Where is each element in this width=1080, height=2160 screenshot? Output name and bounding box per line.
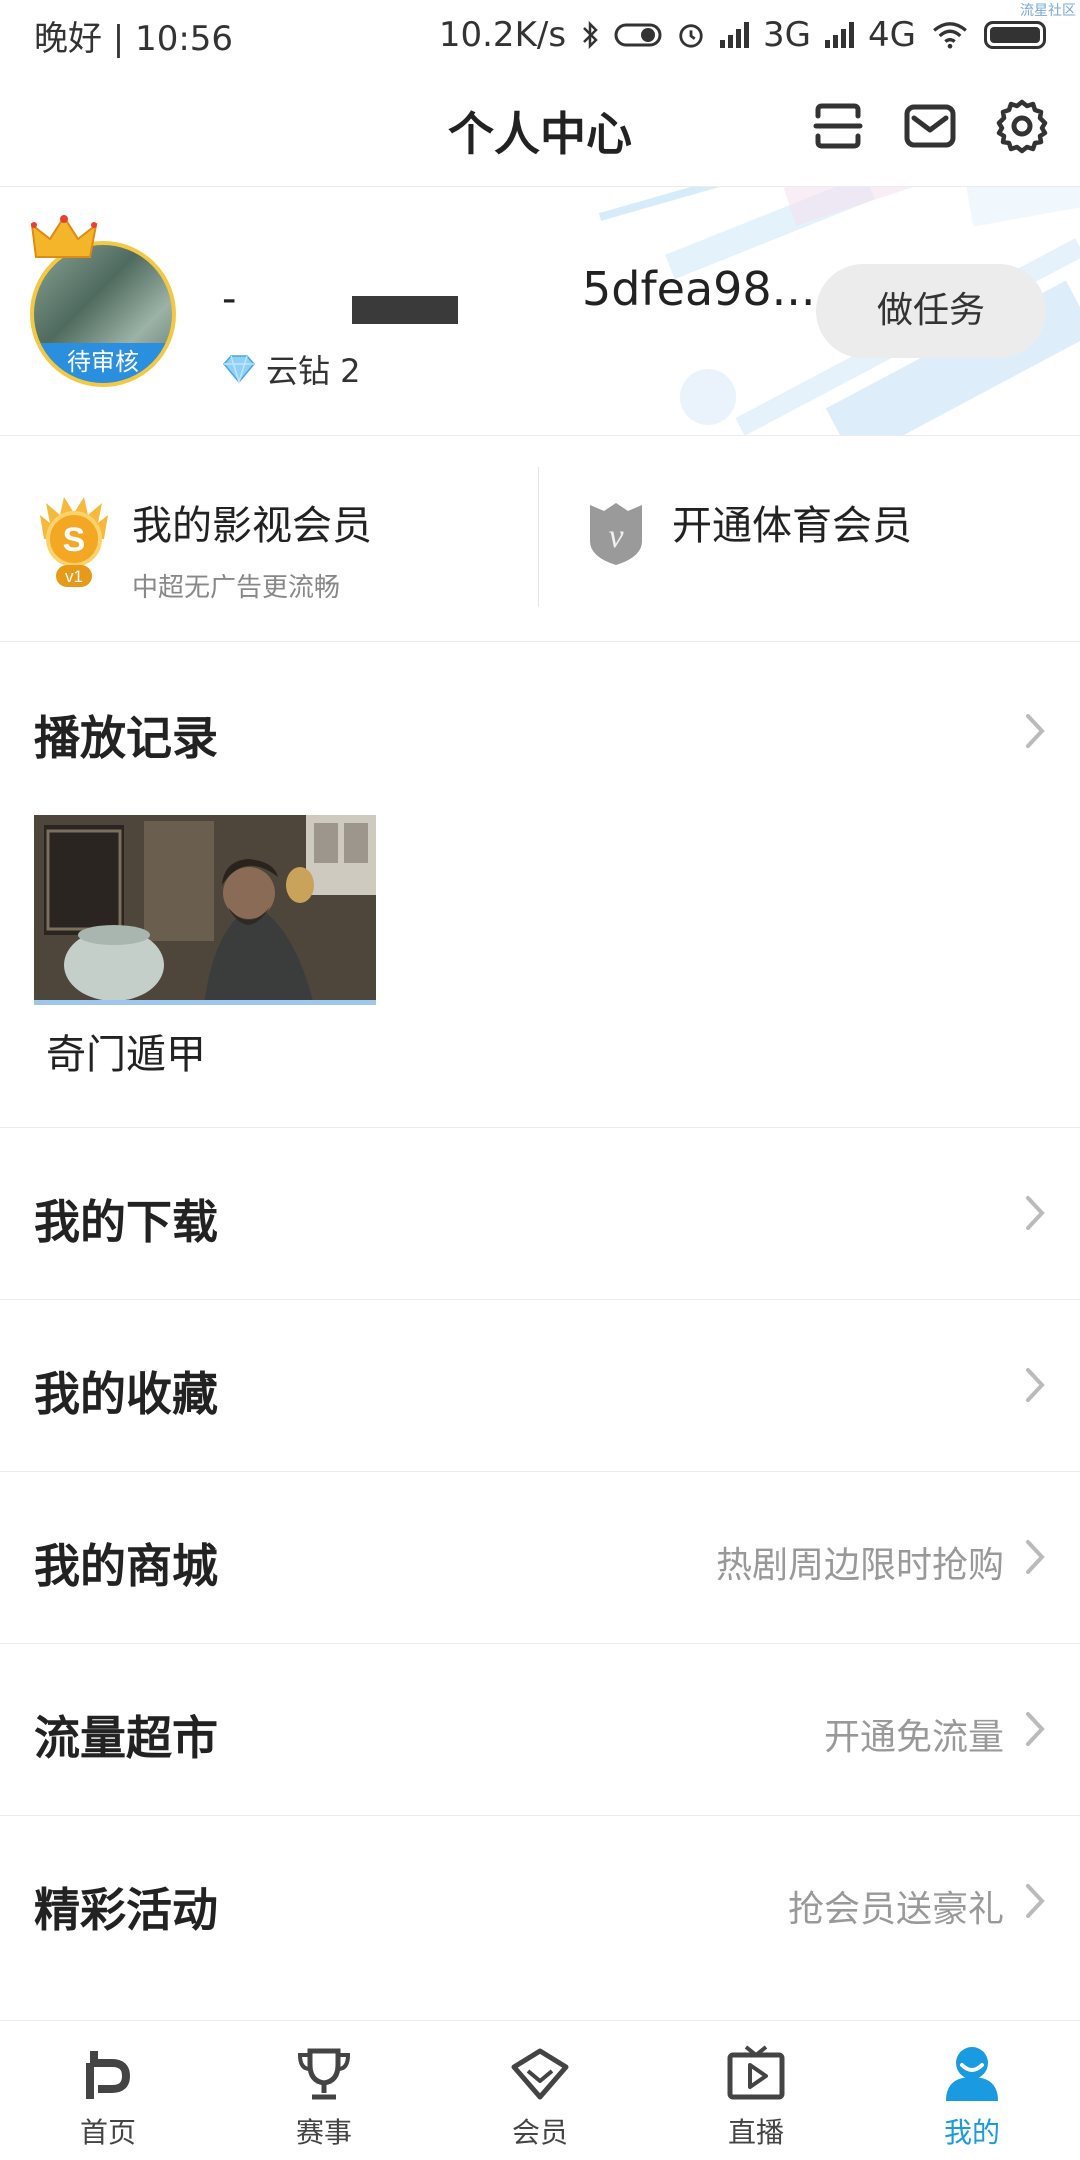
menu-row-title: 我的收藏: [34, 1367, 218, 1421]
network-3g: 3G: [763, 15, 812, 55]
video-membership[interactable]: S v1 我的影视会员 中超无广告更流畅: [0, 437, 538, 641]
menu-row-data-market[interactable]: 流量超市 开通免流量: [0, 1643, 1080, 1815]
nav-label: 首页: [79, 2116, 136, 2149]
wifi-icon: [933, 22, 967, 49]
watch-progress-bar: [34, 1000, 376, 1005]
pp-logo-icon: [86, 2051, 131, 2099]
net-speed: 10.2K/s: [438, 15, 567, 55]
network-4g: 4G: [868, 15, 916, 55]
bottom-nav: 首页 赛事 会员 直播 我的: [0, 2020, 1080, 2160]
signal-icon-2: [825, 22, 855, 48]
chevron-right-icon: [1026, 1540, 1045, 1574]
tv-play-icon: [727, 2045, 785, 2100]
menu-row-title: 流量超市: [34, 1711, 218, 1765]
menu-row-title: 我的下载: [34, 1195, 218, 1249]
svg-text:v: v: [608, 518, 624, 555]
thumbnail-scene: [34, 815, 376, 1005]
vip-level-text: v1: [65, 567, 83, 586]
screen: 晚好 | 10:56 10.2K/s 3G 4G 流星社区 个人中心 待审核 -…: [0, 0, 1080, 2160]
nav-events[interactable]: 赛事: [216, 2021, 432, 2160]
menu-row-title: 精彩活动: [34, 1883, 218, 1937]
bluetooth-icon: [583, 21, 598, 49]
avatar-review-badge: 待审核: [34, 343, 172, 383]
mail-icon[interactable]: [902, 98, 958, 154]
menu-row-downloads[interactable]: 我的下载: [0, 1127, 1080, 1299]
history-thumbnail[interactable]: [34, 815, 376, 1005]
status-bar: 晚好 | 10:56 10.2K/s 3G 4G 流星社区: [0, 0, 1080, 70]
nav-home[interactable]: 首页: [0, 2021, 216, 2160]
diamond-icon: [511, 2048, 569, 2100]
crown-icon: [30, 215, 98, 258]
username-redaction: [352, 296, 458, 324]
toggle-icon: [614, 23, 662, 47]
chevron-right-icon: [1026, 1884, 1045, 1918]
chevron-right-icon: [1026, 1368, 1045, 1402]
nav-live[interactable]: 直播: [648, 2021, 864, 2160]
sports-membership-title: 开通体育会员: [672, 503, 912, 549]
chevron-right-icon: [1026, 1712, 1045, 1746]
alarm-icon: [679, 24, 703, 48]
do-task-button[interactable]: 做任务: [816, 264, 1046, 358]
username-prefix: -: [222, 276, 237, 322]
watermark: 流星社区: [1020, 3, 1076, 19]
sports-membership[interactable]: v 开通体育会员: [539, 437, 1080, 641]
avatar[interactable]: 待审核: [30, 213, 178, 389]
menu-row-note: 抢会员送豪礼: [787, 1889, 1004, 1930]
menu-row-title: 我的商城: [34, 1539, 218, 1593]
settings-gear-icon[interactable]: [994, 98, 1050, 154]
svg-text:S: S: [63, 521, 86, 559]
history-title: 播放记录: [34, 711, 218, 765]
vip-s-badge-icon: S v1: [40, 497, 108, 587]
history-header[interactable]: 播放记录: [0, 642, 1080, 817]
history-item-title[interactable]: 奇门遁甲: [46, 1022, 206, 1080]
trophy-icon: [297, 2048, 351, 2100]
chevron-right-icon: [1026, 714, 1045, 748]
menu-row-note: 热剧周边限时抢购: [715, 1545, 1004, 1586]
nav-label: 我的: [943, 2116, 1000, 2149]
cloud-diamond-icon: [223, 355, 255, 384]
menu-row-mall[interactable]: 我的商城 热剧周边限时抢购: [0, 1471, 1080, 1643]
nav-membership[interactable]: 会员: [432, 2021, 648, 2160]
status-greeting-time: 晚好 | 10:56: [34, 18, 234, 59]
membership-row: S v1 我的影视会员 中超无广告更流畅 v 开通体育会员: [0, 437, 1080, 642]
username-id: 5dfea98...: [582, 262, 816, 316]
battery-icon: [984, 21, 1046, 49]
signal-icon: [720, 22, 750, 48]
nav-label: 会员: [511, 2116, 568, 2149]
cloud-diamond-label: 云钻 2: [266, 352, 361, 390]
nav-label: 赛事: [295, 2116, 352, 2149]
scan-icon[interactable]: [810, 98, 866, 154]
nav-mine[interactable]: 我的: [864, 2021, 1080, 2160]
title-bar: 个人中心: [0, 70, 1080, 187]
cloud-diamond[interactable]: 云钻 2: [222, 346, 361, 392]
menu-row-note: 开通免流量: [823, 1717, 1004, 1758]
menu-row-favorites[interactable]: 我的收藏: [0, 1299, 1080, 1471]
user-icon: [946, 2047, 998, 2101]
chevron-right-icon: [1026, 1196, 1045, 1230]
nav-label: 直播: [727, 2116, 784, 2149]
video-membership-subtitle: 中超无广告更流畅: [132, 573, 341, 603]
menu-row-events[interactable]: 精彩活动 抢会员送豪礼: [0, 1815, 1080, 1987]
sports-v-shield-icon: v: [590, 503, 642, 565]
video-membership-title: 我的影视会员: [132, 503, 372, 549]
